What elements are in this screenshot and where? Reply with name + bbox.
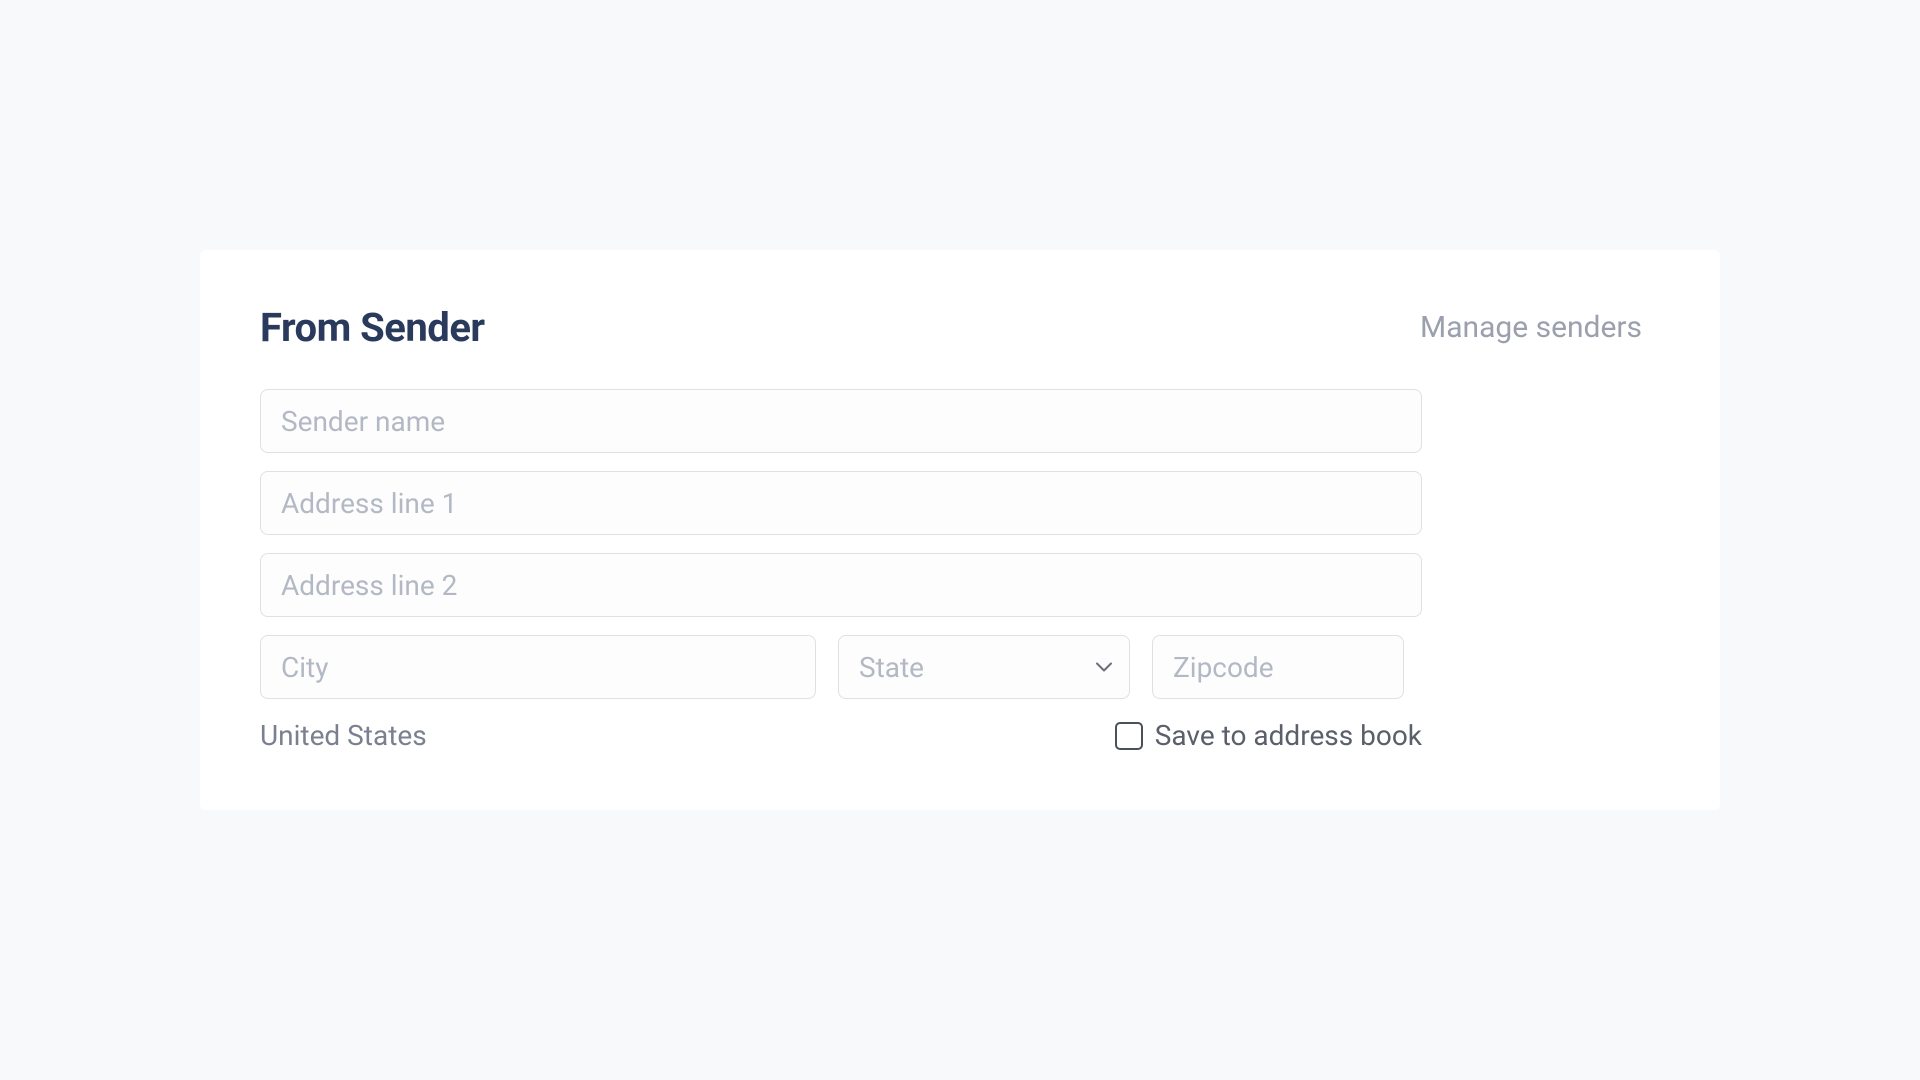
save-address-label: Save to address book: [1155, 719, 1422, 752]
city-state-zip-row: State: [260, 635, 1660, 699]
sender-name-input[interactable]: [260, 389, 1422, 453]
save-address-checkbox-wrapper[interactable]: Save to address book: [1115, 719, 1422, 752]
zipcode-input[interactable]: [1152, 635, 1404, 699]
city-wrapper: [260, 635, 816, 699]
save-address-checkbox[interactable]: [1115, 722, 1143, 750]
manage-senders-link[interactable]: Manage senders: [1420, 310, 1840, 345]
address1-row: [260, 471, 1422, 535]
sender-card: From Sender Manage senders State: [200, 250, 1720, 810]
state-wrapper: State: [838, 635, 1130, 699]
card-header: From Sender Manage senders: [260, 304, 1660, 351]
address2-row: [260, 553, 1422, 617]
zipcode-wrapper: [1152, 635, 1404, 699]
address-line-1-input[interactable]: [260, 471, 1422, 535]
state-select[interactable]: State: [838, 635, 1130, 699]
address-line-2-input[interactable]: [260, 553, 1422, 617]
bottom-row: United States Save to address book: [260, 719, 1422, 752]
card-title: From Sender: [260, 304, 485, 351]
country-label: United States: [260, 719, 1115, 752]
sender-name-row: [260, 389, 1422, 453]
city-input[interactable]: [260, 635, 816, 699]
